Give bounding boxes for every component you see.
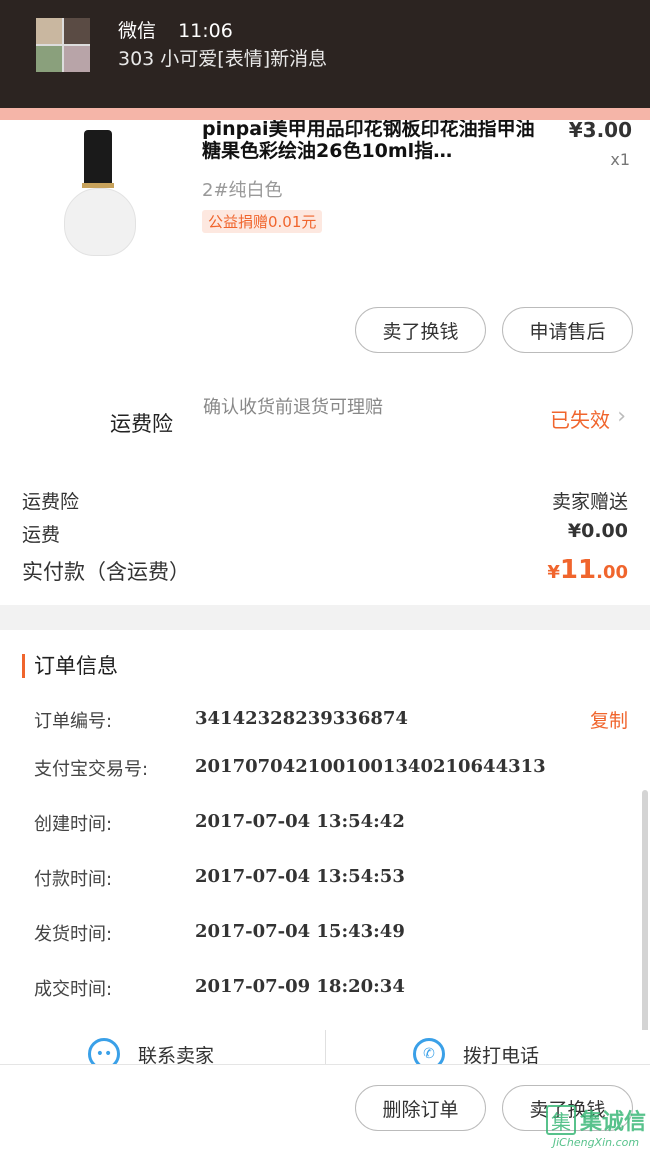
after-sales-button[interactable]: 申请售后 xyxy=(502,307,633,353)
site-watermark: 集 集诚信 JiChengXin.com xyxy=(545,1104,646,1149)
call-phone-button[interactable]: ✆ 拨打电话 xyxy=(413,1038,539,1064)
notification-app-name: 微信 xyxy=(118,20,157,42)
total-currency: ¥ xyxy=(547,562,560,583)
notification-message: 303 小可爱[表情]新消息 xyxy=(118,48,328,70)
wechat-notification[interactable]: 微信 11:06 303 小可爱[表情]新消息 xyxy=(0,0,650,108)
contact-seller-button[interactable]: •• 联系卖家 xyxy=(88,1038,214,1064)
shipped-time-label: 发货时间: xyxy=(34,924,113,945)
insurance-status: 已失效 xyxy=(550,408,610,432)
notification-header: 微信 11:06 xyxy=(118,16,233,43)
paid-time-label: 付款时间: xyxy=(34,869,113,890)
product-image[interactable] xyxy=(60,130,140,256)
shipped-time-value: 2017-07-04 15:43:49 xyxy=(195,921,405,942)
paid-time-value: 2017-07-04 13:54:53 xyxy=(195,866,405,887)
order-number-value: 34142328239336874 xyxy=(195,708,408,729)
watermark-logo-icon: 集 xyxy=(545,1105,576,1135)
product-sku: 2#纯白色 xyxy=(202,180,283,201)
insurance-label: 运费险 xyxy=(110,412,173,436)
product-quantity: x1 xyxy=(610,150,630,169)
product-title[interactable]: pinpai美甲用品印花钢板印花油指甲油糖果色彩绘油26色10ml指… xyxy=(202,118,552,162)
delete-order-button[interactable]: 删除订单 xyxy=(355,1085,486,1131)
product-price: ¥3.00 xyxy=(568,118,632,142)
summary-shipping-label: 运费 xyxy=(22,524,61,546)
completed-time-label: 成交时间: xyxy=(34,979,113,1000)
notification-time: 11:06 xyxy=(178,20,233,42)
section-accent-bar xyxy=(22,654,25,678)
notification-avatar xyxy=(36,18,90,72)
completed-time-value: 2017-07-09 18:20:34 xyxy=(195,976,405,997)
phone-icon: ✆ xyxy=(413,1038,445,1064)
alipay-number-value: 2017070421001001340210644313 xyxy=(195,756,546,777)
contact-divider xyxy=(325,1030,326,1064)
copy-button[interactable]: 复制 xyxy=(590,706,628,733)
summary-shipping-value: ¥0.00 xyxy=(567,520,628,542)
summary-insurance-label: 运费险 xyxy=(22,491,80,513)
summary-insurance-value: 卖家赠送 xyxy=(551,491,628,513)
insurance-description: 确认收货前退货可理赔 xyxy=(203,397,383,418)
total-label: 实付款（含运费） xyxy=(22,560,190,584)
charity-tag: 公益捐赠0.01元 xyxy=(202,210,323,233)
scrollbar[interactable] xyxy=(642,790,648,1050)
contact-seller-label: 联系卖家 xyxy=(138,1044,215,1065)
chat-bubble-icon: •• xyxy=(88,1038,120,1064)
watermark-url: JiChengXin.com xyxy=(552,1136,640,1149)
call-phone-label: 拨打电话 xyxy=(463,1044,540,1065)
total-integer: 11 xyxy=(559,555,597,585)
created-time-label: 创建时间: xyxy=(34,814,113,835)
order-number-label: 订单编号: xyxy=(34,711,113,732)
alipay-number-label: 支付宝交易号: xyxy=(34,759,149,780)
total-decimal: .00 xyxy=(596,562,628,583)
created-time-value: 2017-07-04 13:54:42 xyxy=(195,811,405,832)
header-accent-bar xyxy=(0,108,650,120)
total-amount: ¥11.00 xyxy=(547,555,628,585)
order-info-title: 订单信息 xyxy=(34,654,118,678)
sell-item-button[interactable]: 卖了换钱 xyxy=(355,307,486,353)
chevron-right-icon: › xyxy=(617,404,626,429)
watermark-logo-text: 集诚信 xyxy=(579,1110,646,1135)
